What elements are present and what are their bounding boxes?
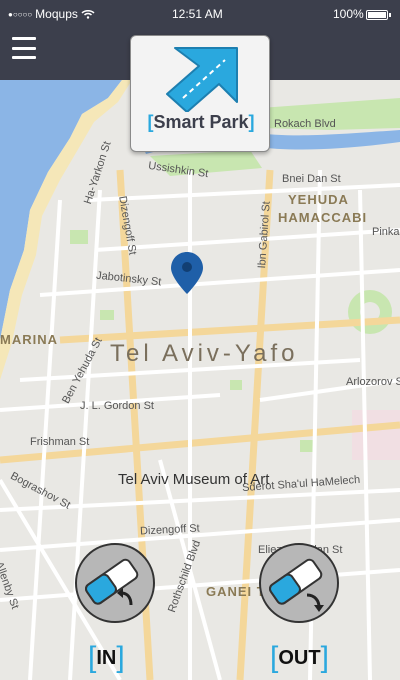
app-logo: [Smart Park] bbox=[130, 35, 270, 152]
street-label: Arlozorov St bbox=[346, 376, 400, 388]
map-view[interactable]: Rokach Blvd Ussishkin St Bnei Dan St Diz… bbox=[0, 80, 400, 680]
street-label: Bnei Dan St bbox=[282, 173, 341, 185]
street-label: Frishman St bbox=[30, 436, 90, 448]
city-label: Tel Aviv-Yafo bbox=[110, 340, 299, 367]
eraser-out-icon bbox=[268, 558, 324, 612]
district-label: MARINA bbox=[0, 332, 58, 347]
carrier-name: Moqups bbox=[35, 7, 78, 21]
carrier: ●○○○○ Moqups bbox=[8, 7, 95, 21]
landmark-label[interactable]: Tel Aviv Museum of Art bbox=[118, 471, 269, 488]
park-out-button[interactable] bbox=[259, 543, 339, 623]
hamburger-icon[interactable] bbox=[12, 37, 36, 59]
app-screen: Rokach Blvd Ussishkin St Bnei Dan St Diz… bbox=[0, 0, 400, 680]
app-title: [Smart Park] bbox=[147, 112, 255, 132]
wifi-icon bbox=[81, 10, 95, 19]
street-label: Pinkas St bbox=[372, 226, 400, 238]
battery-percent: 100% bbox=[333, 7, 364, 21]
app-name: Smart Park bbox=[153, 112, 249, 132]
battery-icon bbox=[366, 10, 391, 20]
park-in-button[interactable] bbox=[75, 543, 155, 623]
park-out-label[interactable]: [OUT] bbox=[270, 638, 329, 674]
park-in-label[interactable]: [IN] bbox=[88, 638, 125, 674]
arrow-up-right-icon bbox=[166, 47, 238, 112]
signal-dots-icon: ●○○○○ bbox=[8, 9, 33, 19]
status-time: 12:51 AM bbox=[172, 7, 223, 21]
eraser-in-icon bbox=[84, 558, 139, 606]
district-label: HAMACCABI bbox=[278, 210, 368, 225]
street-label: Rokach Blvd bbox=[274, 118, 336, 130]
status-bar: ●○○○○ Moqups 12:51 AM 100% bbox=[0, 0, 400, 28]
district-label: YEHUDA bbox=[288, 192, 349, 207]
street-label: J. L. Gordon St bbox=[80, 400, 154, 412]
